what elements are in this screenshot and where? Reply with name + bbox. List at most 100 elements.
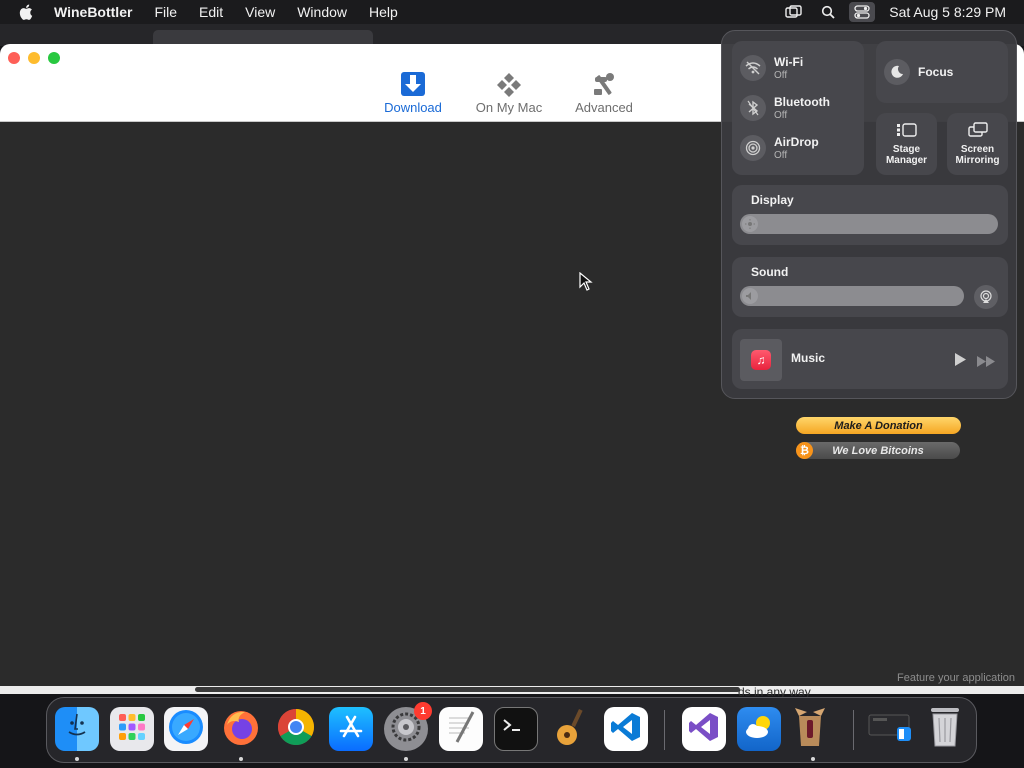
finder-running-indicator [75, 757, 79, 761]
dock-separator [664, 710, 665, 750]
apple-menu-icon[interactable] [18, 3, 36, 21]
menu-bar: WineBottler File Edit View Window Help S… [0, 0, 1024, 24]
screen-mirroring-module[interactable]: Screen Mirroring [947, 113, 1008, 175]
stage-manager-label-line2: Manager [885, 155, 928, 166]
moon-icon [884, 59, 910, 85]
dock-finder[interactable] [55, 707, 99, 751]
control-center-icon[interactable] [849, 2, 876, 22]
wifi-label: Wi-Fi [774, 55, 804, 69]
winebottler-box-icon [793, 706, 827, 753]
download-arrow-icon [399, 70, 427, 98]
safari-compass-icon [167, 708, 205, 751]
dock-downloads-stack[interactable] [867, 707, 911, 751]
airdrop-status: Off [774, 150, 788, 161]
settings-running-indicator [404, 757, 408, 761]
focus-label: Focus [918, 65, 954, 79]
bitcoin-button[interactable]: ₿ We Love Bitcoins [796, 442, 960, 459]
focus-module[interactable]: Focus [876, 41, 1008, 103]
bluetooth-off-icon [740, 95, 766, 121]
tab-advanced-label: Advanced [575, 100, 633, 115]
dock-firefox[interactable] [219, 707, 263, 751]
sound-module: Sound [732, 257, 1008, 317]
music-app-icon[interactable]: ♫ [740, 339, 782, 381]
brightness-icon [742, 216, 758, 232]
firefox-icon [221, 707, 261, 752]
dock-winebottler[interactable] [788, 707, 832, 751]
dock: 1 [46, 697, 977, 763]
dock-separator-2 [853, 710, 854, 750]
view-menu[interactable]: View [245, 4, 275, 20]
tab-on-my-mac-label: On My Mac [475, 100, 543, 115]
dock-garageband[interactable] [549, 707, 593, 751]
trash-icon [928, 706, 962, 753]
chrome-icon [276, 707, 316, 752]
display-mirror-icon[interactable] [781, 2, 807, 22]
feature-application-link[interactable]: Feature your application [897, 672, 1015, 684]
launchpad-icon [117, 712, 147, 747]
dock-vscode[interactable] [604, 707, 648, 751]
bitcoin-icon: ₿ [796, 442, 813, 459]
fast-forward-icon[interactable] [977, 354, 995, 372]
help-menu[interactable]: Help [369, 4, 398, 20]
dock-app-store[interactable] [329, 707, 373, 751]
dock-weather[interactable] [737, 707, 781, 751]
downloads-folder-icon [867, 709, 911, 750]
dock-trash[interactable] [923, 707, 967, 751]
dock-terminal[interactable] [494, 707, 538, 751]
tools-icon [590, 70, 618, 98]
airdrop-icon [740, 135, 766, 161]
app-store-icon [336, 712, 366, 747]
sound-label: Sound [751, 265, 789, 279]
tab-advanced[interactable]: Advanced [559, 70, 649, 115]
music-label: Music [791, 351, 826, 365]
diamond-grid-icon [495, 70, 523, 98]
window-menu[interactable]: Window [297, 4, 347, 20]
tab-download-label: Download [384, 100, 442, 115]
close-window-button[interactable] [8, 52, 20, 64]
zoom-window-button[interactable] [48, 52, 60, 64]
dock-visual-studio[interactable] [682, 707, 726, 751]
menu-clock[interactable]: Sat Aug 5 8:29 PM [889, 4, 1006, 20]
winebottler-running-indicator [811, 757, 815, 761]
horizontal-scrollbar[interactable] [195, 687, 740, 692]
mouse-pointer-icon [579, 271, 593, 297]
dock-safari[interactable] [164, 707, 208, 751]
minimize-window-button[interactable] [28, 52, 40, 64]
tab-download[interactable]: Download [368, 70, 458, 115]
wifi-off-icon [740, 55, 766, 81]
dock-chrome[interactable] [274, 707, 318, 751]
firefox-running-indicator [239, 757, 243, 761]
bitcoin-label: We Love Bitcoins [832, 444, 924, 457]
airdrop-toggle[interactable]: AirDrop Off [740, 135, 819, 161]
dock-launchpad[interactable] [110, 707, 154, 751]
dock-textedit[interactable] [439, 707, 483, 751]
file-menu[interactable]: File [154, 4, 177, 20]
app-menu[interactable]: WineBottler [54, 4, 132, 20]
textedit-icon [445, 710, 477, 749]
sound-volume-slider[interactable] [740, 286, 964, 306]
bluetooth-label: Bluetooth [774, 95, 830, 109]
wifi-toggle[interactable]: Wi-Fi Off [740, 55, 803, 81]
make-donation-button[interactable]: Make A Donation [796, 417, 961, 434]
vscode-icon [610, 711, 642, 748]
airplay-audio-icon[interactable] [974, 285, 998, 309]
make-donation-label: Make A Donation [834, 419, 923, 432]
guitar-icon [553, 707, 589, 752]
control-center-panel: Wi-Fi Off Bluetooth Off AirDrop Off Focu… [721, 30, 1017, 399]
speaker-icon [742, 288, 758, 304]
display-label: Display [751, 193, 794, 207]
stage-manager-module[interactable]: Stage Manager [876, 113, 937, 175]
terminal-prompt-icon [501, 715, 531, 744]
edit-menu[interactable]: Edit [199, 4, 223, 20]
search-icon[interactable] [815, 2, 841, 22]
finder-icon [60, 710, 94, 749]
wifi-status: Off [774, 70, 788, 81]
bluetooth-toggle[interactable]: Bluetooth Off [740, 95, 830, 121]
stage-manager-label-line1: Stage [892, 144, 921, 155]
display-brightness-slider[interactable] [740, 214, 998, 234]
visual-studio-icon [688, 711, 720, 748]
dock-system-settings[interactable]: 1 [384, 702, 432, 751]
tab-on-my-mac[interactable]: On My Mac [464, 70, 554, 115]
play-icon[interactable] [954, 353, 966, 371]
display-module: Display [732, 185, 1008, 245]
